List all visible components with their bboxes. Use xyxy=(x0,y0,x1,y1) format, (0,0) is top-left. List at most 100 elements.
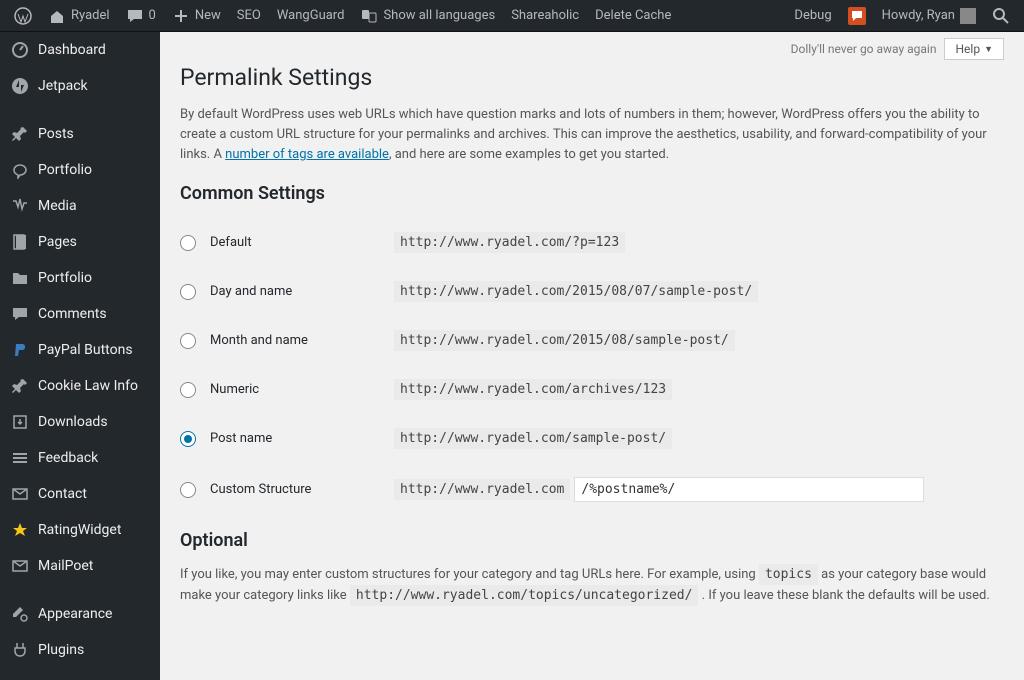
content-top: Dolly'll never go away again Help ▼ xyxy=(180,32,1004,60)
chat-icon xyxy=(851,10,863,22)
help-label: Help xyxy=(955,42,980,56)
custom-structure-input[interactable] xyxy=(574,477,924,502)
tags-link[interactable]: number of tags are available xyxy=(225,147,389,162)
sidebar-item-label: Downloads xyxy=(38,414,108,430)
appearance-icon xyxy=(10,604,30,624)
ab-label: Show all languages xyxy=(383,8,495,23)
sidebar-item-media[interactable]: Media xyxy=(0,188,160,224)
wp-logo[interactable] xyxy=(6,0,40,32)
sidebar-item-dashboard[interactable]: Dashboard xyxy=(0,32,160,68)
radio-day-and-name[interactable] xyxy=(180,284,196,300)
sidebar-item-label: Comments xyxy=(38,306,107,322)
permalink-option-month-and-name: Month and namehttp://www.ryadel.com/2015… xyxy=(180,316,1004,365)
comment-count: 0 xyxy=(149,8,156,23)
search-toggle[interactable] xyxy=(984,0,1018,32)
sidebar-item-users[interactable]: Users xyxy=(0,668,160,680)
sidebar-item-label: Feedback xyxy=(38,450,98,466)
common-settings-heading: Common Settings xyxy=(180,183,1004,204)
sidebar-item-pages[interactable]: Pages xyxy=(0,224,160,260)
chevron-down-icon: ▼ xyxy=(984,44,993,55)
option-example: http://www.ryadel.com/2015/08/07/sample-… xyxy=(394,281,758,302)
sidebar-item-portfolio[interactable]: Portfolio xyxy=(0,152,160,188)
option-example: http://www.ryadel.com/sample-post/ xyxy=(394,428,672,449)
sidebar-item-label: Cookie Law Info xyxy=(38,378,138,394)
site-name: Ryadel xyxy=(71,8,110,23)
sidebar-item-label: Contact xyxy=(38,486,87,502)
sidebar-item-appearance[interactable]: Appearance xyxy=(0,596,160,632)
opt-code1: topics xyxy=(759,564,818,585)
sidebar-item-portfolio[interactable]: Portfolio xyxy=(0,260,160,296)
radio-default[interactable] xyxy=(180,235,196,251)
search-icon xyxy=(992,7,1010,25)
admin-bar-right: Debug Howdy, Ryan xyxy=(786,0,1018,32)
sidebar-item-plugins[interactable]: Plugins xyxy=(0,632,160,668)
plus-icon xyxy=(172,7,190,25)
option-label: Post name xyxy=(210,431,380,446)
ab-label: Debug xyxy=(794,8,831,23)
admin-bar-left: Ryadel 0 New SEO WangGuard Show all lang… xyxy=(6,0,679,32)
pin-icon xyxy=(10,376,30,396)
sidebar-item-feedback[interactable]: Feedback xyxy=(0,440,160,476)
sidebar-item-label: Dashboard xyxy=(38,42,106,58)
permalink-option-day-and-name: Day and name http://www.ryadel.com/2015/0… xyxy=(180,267,1004,316)
mail-icon xyxy=(10,556,30,576)
option-label: Day and name xyxy=(210,284,380,299)
sidebar-item-label: Portfolio xyxy=(38,270,92,286)
notification[interactable] xyxy=(840,0,874,32)
notification-badge xyxy=(848,7,866,25)
option-example: http://www.ryadel.com/?p=123 xyxy=(394,232,625,253)
sidebar-item-label: Posts xyxy=(38,126,74,142)
radio-month-and-name[interactable] xyxy=(180,333,196,349)
sidebar-item-posts[interactable]: Posts xyxy=(0,116,160,152)
option-label: Default xyxy=(210,235,380,250)
sidebar-item-label: Plugins xyxy=(38,642,84,658)
sidebar-item-jetpack[interactable]: Jetpack xyxy=(0,68,160,104)
sidebar-item-label: Appearance xyxy=(38,606,112,622)
sidebar-item-paypal-buttons[interactable]: PayPal Buttons xyxy=(0,332,160,368)
comment-icon xyxy=(126,7,144,25)
delete-cache-link[interactable]: Delete Cache xyxy=(587,0,679,32)
user-icon xyxy=(10,676,30,680)
sidebar-item-comments[interactable]: Comments xyxy=(0,296,160,332)
sidebar-item-contact[interactable]: Contact xyxy=(0,476,160,512)
new-link[interactable]: New xyxy=(164,0,229,32)
sidebar-item-label: Pages xyxy=(38,234,77,250)
debug-link[interactable]: Debug xyxy=(786,0,839,32)
comments-link[interactable]: 0 xyxy=(118,0,164,32)
seo-link[interactable]: SEO xyxy=(229,0,269,32)
sidebar-item-label: RatingWidget xyxy=(38,522,121,538)
help-button[interactable]: Help ▼ xyxy=(944,38,1004,60)
radio-custom-structure[interactable] xyxy=(180,482,196,498)
sidebar-item-cookie-law-info[interactable]: Cookie Law Info xyxy=(0,368,160,404)
star-icon xyxy=(10,520,30,540)
admin-sidebar: DashboardJetpackPostsPortfolioMediaPages… xyxy=(0,32,160,680)
dashboard-icon xyxy=(10,40,30,60)
download-icon xyxy=(10,412,30,432)
optional-heading: Optional xyxy=(180,530,1004,551)
wangguard-link[interactable]: WangGuard xyxy=(269,0,353,32)
sidebar-item-label: PayPal Buttons xyxy=(38,342,133,358)
site-link[interactable]: Ryadel xyxy=(40,0,118,32)
new-label: New xyxy=(195,8,221,23)
intro-paragraph: By default WordPress uses web URLs which… xyxy=(180,105,1004,165)
radio-post-name[interactable] xyxy=(180,431,196,447)
shareaholic-link[interactable]: Shareaholic xyxy=(503,0,587,32)
option-label: Numeric xyxy=(210,382,380,397)
languages-link[interactable]: Show all languages xyxy=(352,0,503,32)
permalink-option-post-name: Post name http://www.ryadel.com/sample-po… xyxy=(180,414,1004,463)
account-link[interactable]: Howdy, Ryan xyxy=(874,0,984,32)
wordpress-icon xyxy=(14,7,32,25)
sidebar-item-label: Jetpack xyxy=(38,78,88,94)
opt-text-c: . If you leave these blank the defaults … xyxy=(698,588,989,603)
sidebar-item-mailpoet[interactable]: MailPoet xyxy=(0,548,160,584)
radio-numeric[interactable] xyxy=(180,382,196,398)
folder-icon xyxy=(10,268,30,288)
optional-paragraph: If you like, you may enter custom struct… xyxy=(180,565,1004,607)
plugin-icon xyxy=(10,640,30,660)
sidebar-item-downloads[interactable]: Downloads xyxy=(0,404,160,440)
sidebar-item-ratingwidget[interactable]: RatingWidget xyxy=(0,512,160,548)
ab-label: Delete Cache xyxy=(595,8,671,23)
permalink-options: Default http://www.ryadel.com/?p=123 Day a… xyxy=(180,218,1004,516)
page-title: Permalink Settings xyxy=(180,64,1004,91)
option-example: http://www.ryadel.com/archives/123 xyxy=(394,379,672,400)
